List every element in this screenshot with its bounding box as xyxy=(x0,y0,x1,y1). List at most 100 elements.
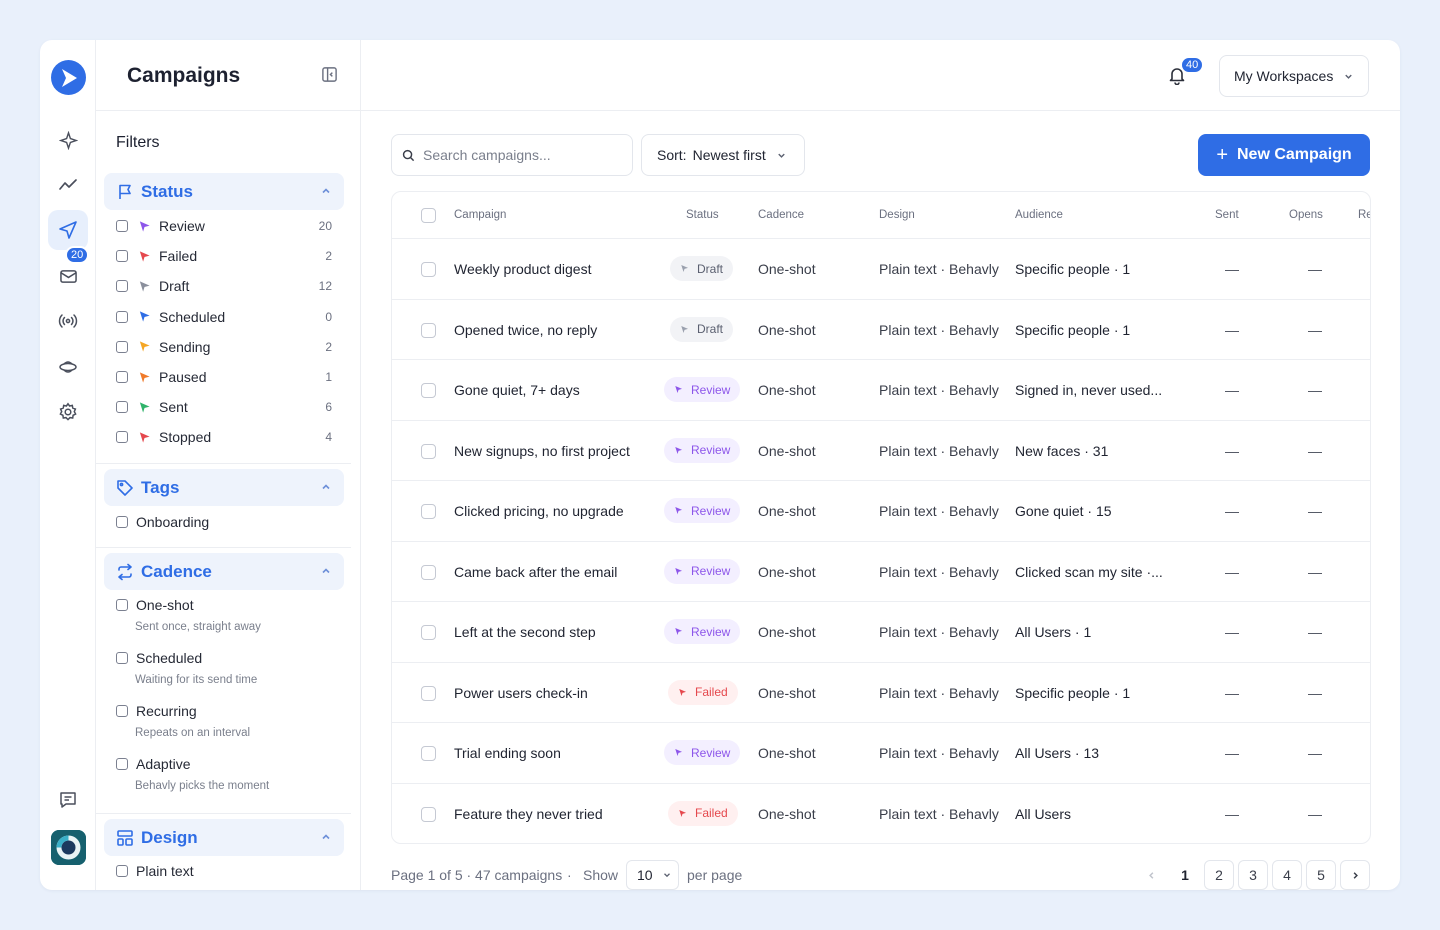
status-filter-sent[interactable]: Sent 6 xyxy=(116,397,332,417)
page-button-4[interactable]: 4 xyxy=(1272,860,1302,890)
row-checkbox[interactable] xyxy=(421,443,436,459)
table-row[interactable]: Opened twice, no reply Draft One-shot Plain… xyxy=(392,300,1370,360)
status-filter-failed[interactable]: Failed 2 xyxy=(116,246,332,266)
cadence-section-toggle[interactable]: Cadence xyxy=(104,553,344,590)
status-flag-icon xyxy=(139,220,150,232)
campaign-name[interactable]: Left at the second step xyxy=(454,624,596,640)
row-checkbox[interactable] xyxy=(421,685,436,701)
inbox-button[interactable]: 20 xyxy=(48,246,90,296)
logo-icon[interactable] xyxy=(51,60,86,95)
header-campaign[interactable]: Campaign xyxy=(454,209,506,221)
select-all-checkbox[interactable] xyxy=(421,208,436,223)
analytics-icon[interactable] xyxy=(48,165,88,205)
header-status[interactable]: Status xyxy=(686,209,719,221)
status-filter-paused[interactable]: Paused 1 xyxy=(116,367,332,387)
status-filter-draft[interactable]: Draft 12 xyxy=(116,276,332,296)
page-button-5[interactable]: 5 xyxy=(1306,860,1336,890)
per-page-select[interactable]: 10 xyxy=(626,860,679,890)
cadence-label: One-shot xyxy=(136,597,194,613)
collapse-sidebar-icon[interactable] xyxy=(321,66,338,83)
table-row[interactable]: Gone quiet, 7+ days Review One-shot Plain t… xyxy=(392,360,1370,421)
user-avatar[interactable] xyxy=(51,830,86,865)
search-box[interactable] xyxy=(391,134,633,176)
cadence-checkbox[interactable] xyxy=(116,705,128,717)
campaign-name[interactable]: Came back after the email xyxy=(454,564,617,580)
search-input[interactable] xyxy=(423,147,613,163)
row-checkbox[interactable] xyxy=(421,564,436,580)
page-button-3[interactable]: 3 xyxy=(1238,860,1268,890)
status-filter-review[interactable]: Review 20 xyxy=(116,216,332,236)
cadence-option-recurring[interactable]: Recurring xyxy=(116,703,197,719)
status-flag-icon xyxy=(675,506,683,515)
campaigns-send-icon[interactable] xyxy=(48,210,88,250)
status-checkbox[interactable] xyxy=(116,310,128,323)
campaign-name[interactable]: Clicked pricing, no upgrade xyxy=(454,503,624,519)
tag-checkbox[interactable] xyxy=(116,516,128,528)
status-checkbox[interactable] xyxy=(116,250,128,263)
table-row[interactable]: Left at the second step Review One-shot Pla… xyxy=(392,602,1370,663)
row-checkbox[interactable] xyxy=(421,625,436,640)
status-section-toggle[interactable]: Status xyxy=(104,173,344,210)
tags-section-toggle[interactable]: Tags xyxy=(104,469,344,506)
cadence-option-one-shot[interactable]: One-shot xyxy=(116,597,194,613)
row-checkbox[interactable] xyxy=(421,746,436,761)
status-checkbox[interactable] xyxy=(116,280,128,293)
sparkle-icon[interactable] xyxy=(48,120,88,160)
cadence-checkbox[interactable] xyxy=(116,599,128,611)
table-row[interactable]: Power users check-in Failed One-shot Plain … xyxy=(392,663,1370,723)
design-option-plain-text[interactable]: Plain text xyxy=(116,863,194,879)
table-row[interactable]: Clicked pricing, no upgrade Review One-sho… xyxy=(392,481,1370,542)
campaign-name[interactable]: New signups, no first project xyxy=(454,443,630,459)
cadence-checkbox[interactable] xyxy=(116,652,128,664)
workspace-switcher[interactable]: My Workspaces xyxy=(1219,55,1369,97)
cadence-option-adaptive[interactable]: Adaptive xyxy=(116,756,190,772)
table-row[interactable]: New signups, no first project Review One-s… xyxy=(392,421,1370,481)
header-replies[interactable]: Re xyxy=(1358,209,1370,221)
status-checkbox[interactable] xyxy=(116,371,128,383)
next-page-button[interactable] xyxy=(1340,860,1370,890)
campaign-name[interactable]: Opened twice, no reply xyxy=(454,322,597,338)
status-checkbox[interactable] xyxy=(116,340,128,353)
header-audience[interactable]: Audience xyxy=(1015,209,1063,221)
status-filter-label: Scheduled xyxy=(159,308,226,325)
table-row[interactable]: Came back after the email Review One-shot P… xyxy=(392,542,1370,602)
row-checkbox[interactable] xyxy=(421,383,436,398)
status-checkbox[interactable] xyxy=(116,401,128,414)
row-checkbox[interactable] xyxy=(421,504,436,519)
status-checkbox[interactable] xyxy=(116,431,128,444)
row-checkbox[interactable] xyxy=(421,806,436,822)
design-checkbox[interactable] xyxy=(116,865,128,877)
integrations-icon[interactable] xyxy=(48,347,88,387)
status-filter-sending[interactable]: Sending 2 xyxy=(116,337,332,357)
page-title: Campaigns xyxy=(127,64,241,87)
campaign-name[interactable]: Power users check-in xyxy=(454,685,588,701)
prev-page-button[interactable] xyxy=(1136,860,1166,890)
campaign-name[interactable]: Feature they never tried xyxy=(454,806,603,822)
cadence-option-scheduled[interactable]: Scheduled xyxy=(116,650,202,666)
page-button-1[interactable]: 1 xyxy=(1170,860,1200,890)
table-row[interactable]: Weekly product digest Draft One-shot Plain … xyxy=(392,239,1370,300)
campaign-name[interactable]: Weekly product digest xyxy=(454,261,591,277)
row-checkbox[interactable] xyxy=(421,322,436,338)
status-filter-scheduled[interactable]: Scheduled 0 xyxy=(116,307,332,327)
feedback-chat-icon[interactable] xyxy=(48,780,88,820)
status-filter-stopped[interactable]: Stopped 4 xyxy=(116,427,332,447)
campaign-name[interactable]: Gone quiet, 7+ days xyxy=(454,382,580,398)
sort-dropdown[interactable]: Sort: Newest first xyxy=(641,134,805,176)
page-button-2[interactable]: 2 xyxy=(1204,860,1234,890)
design-section-toggle[interactable]: Design xyxy=(104,819,344,856)
tag-option-onboarding[interactable]: Onboarding xyxy=(116,514,209,530)
status-checkbox[interactable] xyxy=(116,220,128,232)
header-cadence[interactable]: Cadence xyxy=(758,209,804,221)
header-opens[interactable]: Opens xyxy=(1289,209,1323,221)
broadcast-icon[interactable] xyxy=(48,301,88,341)
table-row[interactable]: Feature they never tried Failed One-shot Pl… xyxy=(392,784,1370,844)
new-campaign-button[interactable]: + New Campaign xyxy=(1198,134,1370,176)
settings-gear-icon[interactable] xyxy=(48,392,88,432)
campaign-name[interactable]: Trial ending soon xyxy=(454,745,561,761)
table-row[interactable]: Trial ending soon Review One-shot Plain tex… xyxy=(392,723,1370,784)
row-checkbox[interactable] xyxy=(421,262,436,277)
header-sent[interactable]: Sent xyxy=(1215,209,1239,221)
cadence-checkbox[interactable] xyxy=(116,758,128,770)
header-design[interactable]: Design xyxy=(879,209,915,221)
